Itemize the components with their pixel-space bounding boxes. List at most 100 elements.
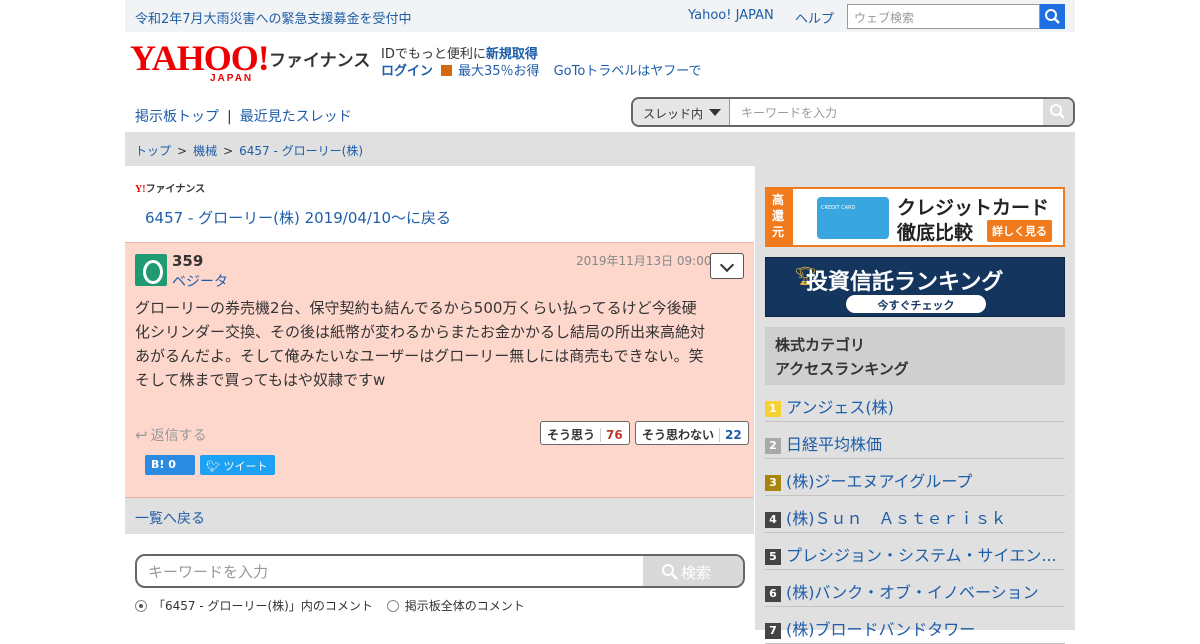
breadcrumb-top[interactable]: トップ (135, 144, 171, 158)
search-icon (662, 564, 678, 580)
fund-ranking-banner[interactable]: 🏆︎ 投資信託ランキング 今すぐチェック (765, 257, 1065, 317)
back-to-thread-link[interactable]: 6457 - グローリー(株) 2019/04/10〜に戻る (145, 207, 451, 228)
disagree-button[interactable]: そう思わない 22 (635, 421, 749, 445)
comment-line: そして株まで買ってもはや奴隷ですw (135, 371, 386, 389)
goto-travel-link[interactable]: GoToトラベルはヤフーで (554, 64, 702, 79)
comment-menu-button[interactable] (710, 253, 744, 279)
back-to-list-link[interactable]: 一覧へ戻る (125, 498, 754, 534)
comment-number: 359 (172, 252, 204, 270)
breadcrumb-stock[interactable]: 6457 - グローリー(株) (239, 144, 363, 158)
reply-label: 返信する (150, 428, 207, 444)
reply-button[interactable]: ↩ 返信する (135, 425, 207, 445)
hatena-icon: B! (151, 458, 165, 471)
breadcrumb: トップ > 機械 >6457 - グローリー(株) (125, 132, 1075, 166)
ranking-item[interactable]: 7 (株)ブロードバンドタワー (765, 607, 1065, 644)
banner-title-1: クレジットカード (897, 197, 1050, 219)
main-column: Y!ファイナンス 6457 - グローリー(株) 2019/04/10〜に戻る … (125, 166, 754, 630)
tweet-label: ツイート (223, 460, 268, 473)
login-link[interactable]: ログイン (381, 64, 433, 79)
rank-number: 7 (765, 623, 781, 639)
banner-tag: 高還元 (767, 189, 793, 245)
rank-name: (株)Ｓｕｎ Ａｓｔｅｒｉｓｋ (786, 509, 1007, 528)
caret-down-icon (709, 109, 721, 116)
avatar[interactable] (135, 254, 167, 286)
disaster-notice-link[interactable]: 令和2年7月大雨災害への緊急支援募金を受付中 (135, 8, 412, 27)
board-nav-links: 掲示板トップ | 最近見たスレッド (135, 106, 352, 126)
rank-number: 4 (765, 512, 781, 528)
ranking-heading: 株式カテゴリ アクセスランキング (765, 327, 1065, 385)
credit-card-icon: CREDIT CARD (817, 197, 889, 239)
tweet-button[interactable]: 🐦︎ ツイート (200, 455, 275, 475)
web-search-button[interactable] (1040, 4, 1065, 29)
finance-label[interactable]: ファイナンス (269, 46, 370, 71)
mini-logo-y: Y! (135, 184, 146, 195)
rank-name: 日経平均株価 (786, 435, 883, 454)
comment-keyword-input[interactable]: キーワードを入力 (148, 561, 268, 582)
web-search-input[interactable]: ウェブ検索 (847, 4, 1040, 29)
comment-user-link[interactable]: ベジータ (172, 271, 228, 291)
hatena-bookmark-button[interactable]: B! 0 (145, 455, 195, 475)
comment-line: グローリーの券売機2台、保守契約も結んでるから500万くらい払ってるけど今後硬 (135, 299, 697, 317)
ranking-item[interactable]: 5 プレシジョン・システム・サイエン... (765, 533, 1065, 570)
reply-arrow-icon: ↩ (135, 426, 148, 444)
disagree-label: そう思わない (642, 428, 715, 442)
gift-icon (441, 65, 453, 76)
fund-banner-check: 今すぐチェック (846, 295, 986, 313)
comment-card: 359 ベジータ 2019年11月13日 09:00 グローリーの券売機2台、保… (125, 242, 754, 498)
comment-search-box: キーワードを入力 検索 (135, 554, 745, 588)
rank-name: (株)ジーエヌアイグループ (786, 472, 973, 491)
yahoo-japan-link[interactable]: Yahoo! JAPAN (688, 8, 774, 23)
search-scope-value: スレッド内 (643, 107, 704, 121)
radio-all-label: 掲示板全体のコメント (404, 599, 525, 613)
agree-label: そう思う (547, 428, 596, 442)
side-column: 高還元 CREDIT CARD クレジットカード 徹底比較 詳しく見る 🏆︎ 投… (755, 166, 1075, 644)
ranking-item[interactable]: 4 (株)Ｓｕｎ Ａｓｔｅｒｉｓｋ (765, 496, 1065, 533)
promo-link[interactable]: 最大35％お得 (458, 64, 540, 79)
board-nav: 掲示板トップ | 最近見たスレッド スレッド内 キーワードを入力 (125, 92, 1075, 132)
finance-mini-logo: Y!ファイナンス (135, 180, 205, 195)
comment-line: あがるんだよ。そして俺みたいなユーザーはグローリー無しには商売もできない。笑 (135, 347, 704, 365)
rank-number: 1 (765, 401, 781, 417)
site-header: YAHOO! JAPAN ファイナンス IDでもっと便利に新規取得 ログイン 最大… (125, 32, 1075, 92)
comment-body: グローリーの券売機2台、保守契約も結んでるから500万くらい払ってるけど今後硬 … (135, 296, 750, 392)
radio-thread-label: 「6457 - グローリー(株)」内のコメント (153, 599, 373, 613)
radio-thread[interactable] (135, 600, 147, 612)
ranking-item[interactable]: 1 アンジェス(株) (765, 385, 1065, 422)
fund-banner-title: 投資信託ランキング (806, 270, 1004, 295)
search-scope-radios: 「6457 - グローリー(株)」内のコメント 掲示板全体のコメント (135, 597, 525, 614)
agree-button[interactable]: そう思う 76 (540, 421, 630, 445)
breadcrumb-machinery[interactable]: 機械 (193, 144, 217, 158)
comment-line: 化シリンダー交換、その後は紙幣が変わるからまたお金かかるし結局の所出来高絶対 (135, 323, 706, 341)
rank-name: (株)バンク・オブ・イノベーション (786, 583, 1039, 602)
thread-keyword-input[interactable]: キーワードを入力 (741, 104, 837, 121)
thread-search-button[interactable] (1043, 99, 1073, 125)
radio-all[interactable] (386, 600, 399, 612)
ranking-item[interactable]: 2 日経平均株価 (765, 422, 1065, 459)
recent-threads-link[interactable]: 最近見たスレッド (240, 109, 352, 125)
board-top-link[interactable]: 掲示板トップ (135, 109, 219, 125)
breadcrumb-sep: > (177, 144, 188, 158)
yahoo-logo[interactable]: YAHOO! JAPAN (130, 40, 270, 84)
top-notice-bar: 令和2年7月大雨災害への緊急支援募金を受付中 Yahoo! JAPAN ヘルプ … (125, 0, 1075, 32)
credit-card-banner[interactable]: 高還元 CREDIT CARD クレジットカード 徹底比較 詳しく見る (765, 187, 1065, 247)
comment-search-label: 検索 (681, 564, 712, 582)
rank-number: 3 (765, 475, 781, 491)
logo-main: YAHOO! (130, 38, 270, 78)
login-line: ログイン 最大35％お得 GoToトラベルはヤフーで (381, 60, 702, 79)
nav-separator: | (227, 109, 232, 125)
mini-logo-text: ファイナンス (145, 184, 206, 195)
rank-name: プレシジョン・システム・サイエン... (786, 546, 1057, 565)
ranking-heading-1: 株式カテゴリ (775, 336, 866, 354)
comment-search-button[interactable]: 検索 (643, 556, 743, 586)
help-link[interactable]: ヘルプ (795, 8, 834, 27)
ranking-item[interactable]: 3 (株)ジーエヌアイグループ (765, 459, 1065, 496)
comment-date: 2019年11月13日 09:00 (576, 254, 712, 268)
search-icon (1050, 104, 1065, 119)
ranking-list: 1 アンジェス(株) 2 日経平均株価 3 (株)ジーエヌアイグループ 4 (株)Ｓｕｎ… (765, 385, 1065, 644)
rank-name: アンジェス(株) (786, 398, 894, 417)
banner-title-2: 徹底比較 (897, 222, 974, 244)
rank-number: 2 (765, 438, 781, 454)
ranking-item[interactable]: 6 (株)バンク・オブ・イノベーション (765, 570, 1065, 607)
search-scope-select[interactable]: スレッド内 (633, 99, 730, 125)
hatena-count: 0 (168, 458, 176, 471)
